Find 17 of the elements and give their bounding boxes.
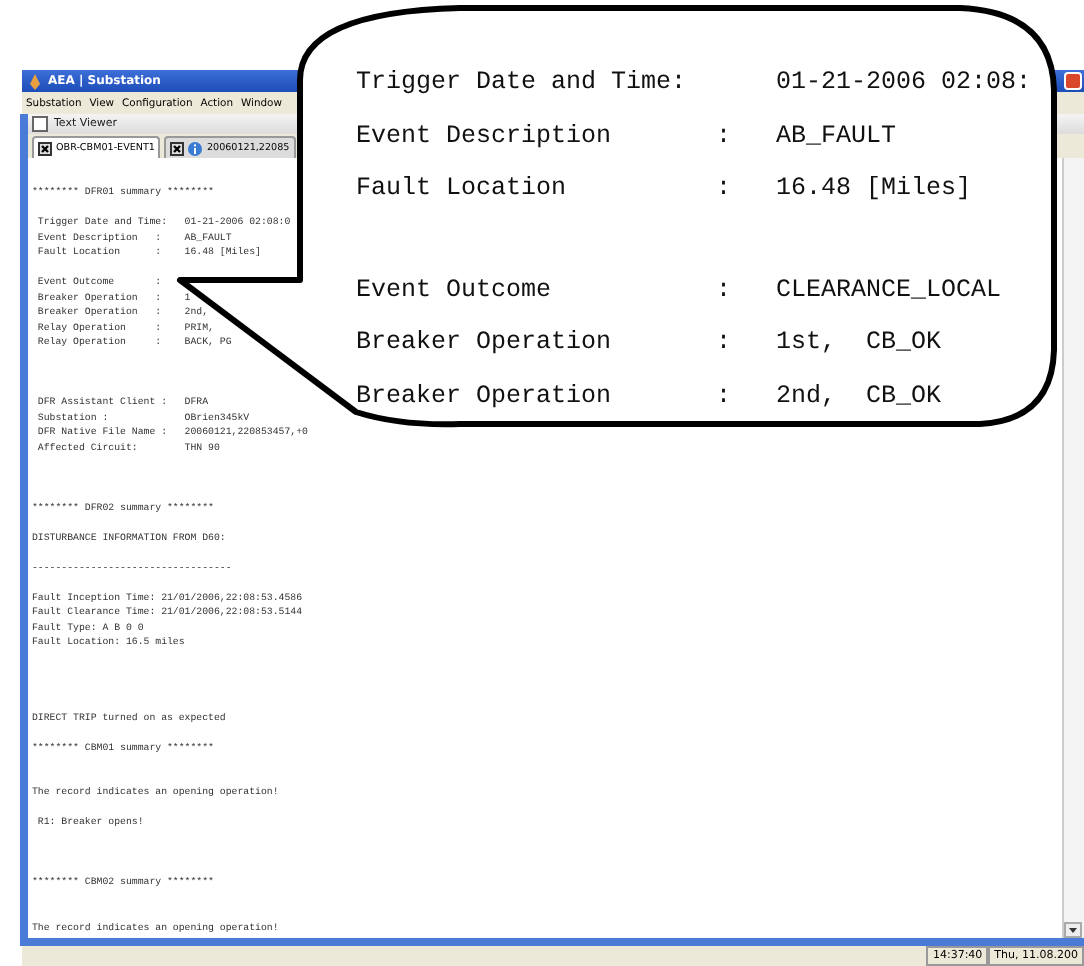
field-label: Trigger Date and Time: — [356, 68, 689, 97]
separator-colon: : — [716, 328, 732, 357]
field-label: Event Description — [356, 121, 614, 150]
field-label: Event Outcome — [356, 275, 554, 304]
field-label: Breaker Operation — [356, 328, 614, 357]
field-value: 1st, CB_OK — [776, 328, 944, 357]
field-value: 16.48 [Miles] — [776, 174, 974, 203]
field-value: 2nd, CB_OK — [776, 381, 944, 410]
field-label: Breaker Operation — [356, 381, 614, 410]
separator-colon: : — [716, 121, 732, 150]
field-label: Fault Location — [356, 174, 569, 203]
separator-colon: : — [716, 174, 732, 203]
field-value: 01-21-2006 02:08: — [776, 68, 1034, 97]
field-value: AB_FAULT — [776, 121, 899, 150]
separator-colon: : — [716, 275, 732, 304]
separator-colon: : — [716, 381, 732, 410]
field-value: CLEARANCE_LOCAL — [776, 275, 1004, 304]
